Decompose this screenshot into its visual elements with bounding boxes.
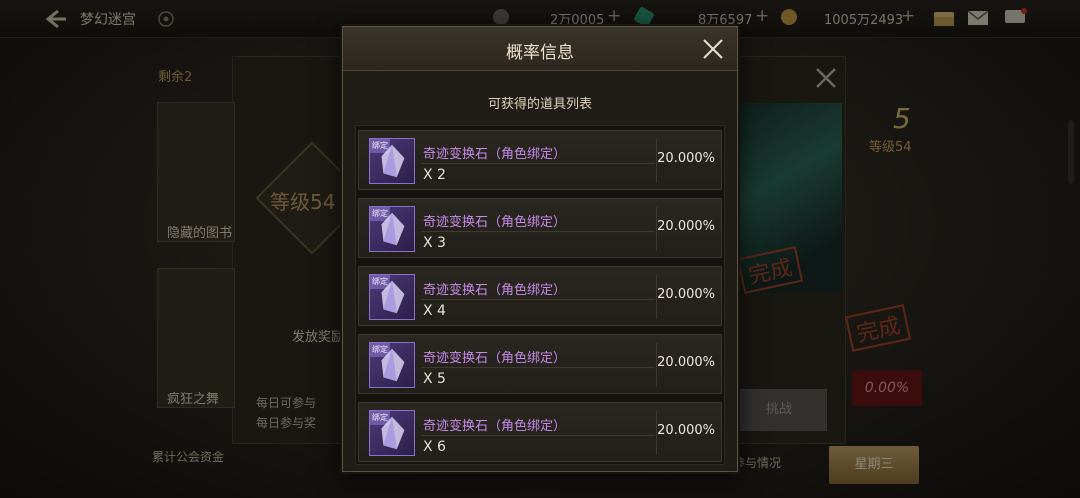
item-quantity: X 6	[423, 439, 446, 455]
stone-icon[interactable]: 绑定	[369, 138, 415, 184]
item-probability: 20.000%	[657, 423, 715, 438]
probability-dialog: 概率信息 可获得的道具列表 绑定 奇迹变换石（角色绑定） X 2 20.000%…	[342, 26, 738, 472]
item-name: 奇迹变换石（角色绑定）	[423, 283, 567, 298]
list-item[interactable]: 绑定 奇迹变换石（角色绑定） X 2 20.000%	[358, 130, 722, 190]
dialog-title: 概率信息	[506, 43, 574, 63]
item-name: 奇迹变换石（角色绑定）	[423, 147, 567, 162]
item-quantity: X 5	[423, 371, 446, 387]
item-quantity: X 4	[423, 303, 446, 319]
item-name: 奇迹变换石（角色绑定）	[423, 351, 567, 366]
stone-icon[interactable]: 绑定	[369, 274, 415, 320]
item-separator	[421, 435, 655, 436]
item-separator	[421, 231, 655, 232]
item-list-title: 可获得的道具列表	[487, 97, 592, 112]
item-list[interactable]: 绑定 奇迹变换石（角色绑定） X 2 20.000% 绑定 奇迹变换石（角色绑定…	[355, 125, 725, 465]
item-quantity: X 2	[423, 167, 446, 183]
close-icon[interactable]	[701, 37, 725, 61]
item-quantity: X 3	[423, 235, 446, 251]
item-name: 奇迹变换石（角色绑定）	[423, 215, 567, 230]
list-item[interactable]: 绑定 奇迹变换石（角色绑定） X 4 20.000%	[358, 266, 722, 326]
list-item[interactable]: 绑定 奇迹变换石（角色绑定） X 5 20.000%	[358, 334, 722, 394]
item-separator	[421, 163, 655, 164]
item-probability: 20.000%	[657, 219, 715, 234]
stone-icon[interactable]: 绑定	[369, 342, 415, 388]
stone-icon[interactable]: 绑定	[369, 410, 415, 456]
item-probability: 20.000%	[657, 355, 715, 370]
item-separator	[421, 299, 655, 300]
item-probability: 20.000%	[657, 287, 715, 302]
item-probability: 20.000%	[657, 151, 715, 166]
item-name: 奇迹变换石（角色绑定）	[423, 419, 567, 434]
list-item[interactable]: 绑定 奇迹变换石（角色绑定） X 6 20.000%	[358, 402, 722, 462]
item-separator	[421, 367, 655, 368]
list-item[interactable]: 绑定 奇迹变换石（角色绑定） X 3 20.000%	[358, 198, 722, 258]
dialog-header: 概率信息	[343, 27, 737, 71]
stone-icon[interactable]: 绑定	[369, 206, 415, 252]
